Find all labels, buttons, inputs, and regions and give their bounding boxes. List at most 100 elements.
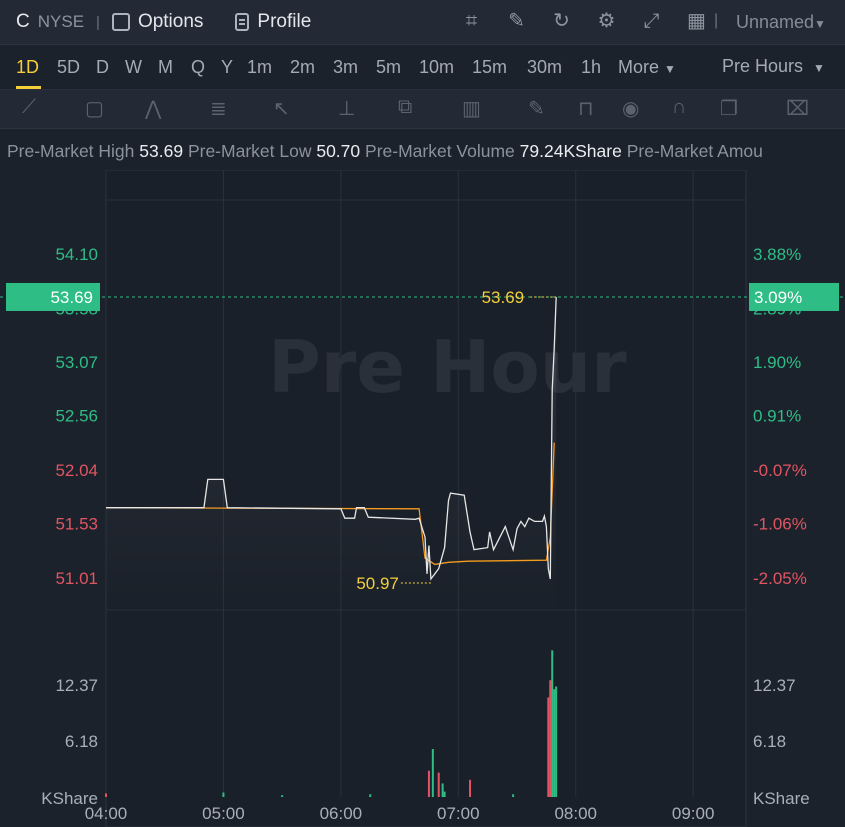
period-y[interactable]: Y bbox=[221, 57, 233, 78]
period-1d[interactable]: 1D bbox=[16, 57, 39, 78]
watermark-text: Pre Hour bbox=[268, 325, 627, 409]
price-tick-label: 51.53 bbox=[55, 514, 98, 533]
period-d[interactable]: D bbox=[96, 57, 109, 78]
period-15m[interactable]: 15m bbox=[472, 57, 507, 78]
percent-tick-label: 3.88% bbox=[753, 245, 801, 264]
price-tick-label: 52.56 bbox=[55, 406, 98, 425]
period-1h[interactable]: 1h bbox=[581, 57, 601, 78]
lock-icon[interactable]: ⊓ bbox=[578, 96, 594, 121]
bars-icon[interactable]: ▥ bbox=[462, 96, 481, 121]
eye-icon[interactable]: ◉ bbox=[622, 96, 639, 121]
session-dropdown[interactable]: Pre Hours ▼ bbox=[722, 56, 825, 77]
period-10m[interactable]: 10m bbox=[419, 57, 454, 78]
toolbar-divider: | bbox=[714, 12, 719, 29]
caret-down-icon: ▼ bbox=[813, 61, 825, 75]
price-tick-label: 54.10 bbox=[55, 245, 98, 264]
volume-bar bbox=[427, 770, 430, 797]
toolbar-divider: | bbox=[96, 13, 100, 31]
volume-tick-label: 12.37 bbox=[55, 676, 98, 695]
profile-button[interactable]: Profile bbox=[235, 11, 311, 33]
grid-layout-icon[interactable]: ▦ bbox=[674, 8, 719, 34]
volume-value: 79.24KShare bbox=[519, 141, 622, 161]
volume-bar bbox=[553, 689, 556, 797]
period-5m[interactable]: 5m bbox=[376, 57, 401, 78]
layout-name: Unnamed bbox=[736, 12, 815, 32]
volume-tick-label: 12.37 bbox=[753, 676, 796, 695]
high-label: Pre-Market High bbox=[7, 141, 135, 161]
label-icon[interactable]: ⧉ bbox=[398, 96, 412, 119]
percent-tick-label: -2.05% bbox=[753, 569, 807, 588]
period-3m[interactable]: 3m bbox=[333, 57, 358, 78]
volume-unit-label: KShare bbox=[753, 789, 810, 808]
volume-tick-label: 6.18 bbox=[65, 732, 98, 751]
volume-tick-label: 6.18 bbox=[753, 732, 786, 751]
pattern-icon[interactable]: ⋀ bbox=[145, 96, 161, 121]
percent-tick-label: 0.91% bbox=[753, 406, 801, 425]
volume-bar bbox=[431, 749, 434, 797]
volume-bar bbox=[469, 779, 472, 797]
caret-down-icon: ▼ bbox=[664, 62, 676, 76]
period-5d[interactable]: 5D bbox=[57, 57, 80, 78]
percent-tick-label: -1.06% bbox=[753, 514, 807, 533]
arrow-icon[interactable]: ↖ bbox=[273, 96, 290, 121]
exchange-label: NYSE bbox=[37, 12, 85, 31]
volume-bar bbox=[105, 793, 107, 797]
drawing-toolbar: ⟋ ▢ ⋀ ≣ ↖ ⊥ ⧉ ▥ ✎ ⊓ ◉ ∩ ❐ ⌧ bbox=[0, 90, 845, 129]
measure-icon[interactable]: ⊥ bbox=[338, 96, 355, 121]
volume-bar bbox=[549, 680, 552, 797]
volume-bar bbox=[441, 783, 444, 797]
profile-label: Profile bbox=[257, 11, 312, 32]
time-tick-label: 07:00 bbox=[437, 804, 480, 823]
layers-icon[interactable]: ❐ bbox=[720, 96, 738, 121]
refresh-icon[interactable]: ↻ bbox=[539, 8, 584, 34]
period-q[interactable]: Q bbox=[191, 57, 205, 78]
period-m[interactable]: M bbox=[158, 57, 173, 78]
percent-tick-label: 1.90% bbox=[753, 353, 801, 372]
draw-pencil-icon[interactable]: ✎ bbox=[494, 8, 539, 34]
period-1m[interactable]: 1m bbox=[247, 57, 272, 78]
session-label: Pre Hours bbox=[722, 56, 804, 76]
period-w[interactable]: W bbox=[125, 57, 142, 78]
trend-line-icon[interactable]: ⟋ bbox=[22, 96, 36, 119]
magnet-icon[interactable]: ∩ bbox=[672, 96, 686, 119]
active-period-indicator bbox=[16, 86, 41, 89]
profile-icon bbox=[235, 13, 250, 31]
volume-bar bbox=[369, 794, 372, 797]
period-30m[interactable]: 30m bbox=[527, 57, 562, 78]
time-tick-label: 04:00 bbox=[85, 804, 128, 823]
volume-bar bbox=[555, 686, 558, 797]
volume-bar bbox=[222, 792, 225, 797]
high-value: 53.69 bbox=[139, 141, 184, 161]
period-2m[interactable]: 2m bbox=[290, 57, 315, 78]
high-marker-label: 53.69 bbox=[482, 288, 525, 307]
premarket-summary: Pre-Market High 53.69 Pre-Market Low 50.… bbox=[7, 141, 763, 162]
settings-gear-icon[interactable]: ⚙ bbox=[584, 8, 629, 34]
low-marker-label: 50.97 bbox=[356, 574, 399, 593]
options-button[interactable]: Options bbox=[111, 11, 203, 33]
price-chart[interactable]: Pre Hour54.103.88%53.582.89%53.071.90%52… bbox=[0, 170, 845, 827]
layout-dropdown[interactable]: Unnamed▼ bbox=[736, 12, 826, 33]
volume-bar bbox=[547, 697, 550, 797]
volume-bar bbox=[551, 650, 554, 797]
text-note-icon[interactable]: ≣ bbox=[210, 96, 227, 121]
amount-label: Pre-Market Amou bbox=[626, 141, 763, 161]
trash-icon[interactable]: ⌧ bbox=[786, 96, 809, 121]
indicator-icon[interactable]: ⌗ bbox=[449, 8, 494, 34]
options-icon bbox=[111, 13, 130, 31]
fullscreen-icon[interactable]: ⤢ bbox=[629, 8, 674, 34]
ticker-symbol[interactable]: C bbox=[16, 11, 30, 33]
current-percent-label: 3.09% bbox=[754, 288, 802, 307]
period-more[interactable]: More ▼ bbox=[618, 57, 676, 78]
volume-label: Pre-Market Volume bbox=[365, 141, 515, 161]
volume-bar bbox=[437, 772, 440, 797]
plot-area bbox=[105, 170, 747, 827]
chevron-down-icon: ▼ bbox=[814, 17, 826, 31]
percent-tick-label: -0.07% bbox=[753, 461, 807, 480]
brush-icon[interactable]: ✎ bbox=[528, 96, 545, 121]
low-value: 50.70 bbox=[316, 141, 361, 161]
rectangle-icon[interactable]: ▢ bbox=[85, 96, 104, 121]
period-bar: 1D 5D D W M Q Y 1m 2m 3m 5m 10m 15m 30m … bbox=[0, 45, 845, 90]
volume-bar bbox=[512, 794, 515, 797]
price-tick-label: 53.07 bbox=[55, 353, 98, 372]
time-tick-label: 08:00 bbox=[554, 804, 597, 823]
